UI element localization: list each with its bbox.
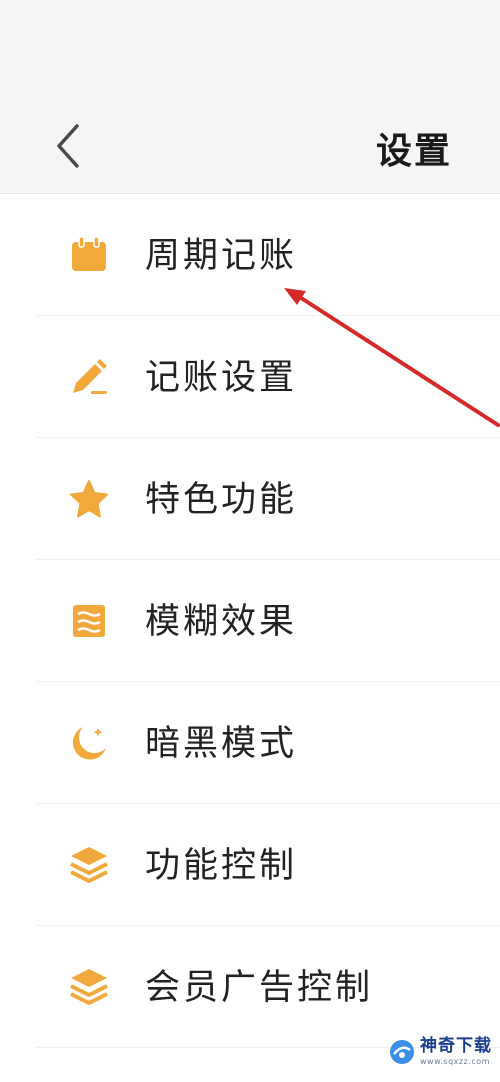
calendar-icon bbox=[67, 233, 111, 277]
settings-list: 周期记账 记账设置 特色功能 模糊效果 暗黑模式 功能控制 会员广告控制 bbox=[0, 194, 500, 1048]
settings-item-bookkeeping-settings[interactable]: 记账设置 bbox=[0, 316, 500, 438]
settings-item-featured-functions[interactable]: 特色功能 bbox=[0, 438, 500, 560]
settings-item-label: 特色功能 bbox=[145, 480, 298, 520]
settings-item-dark-mode[interactable]: 暗黑模式 bbox=[0, 682, 500, 804]
star-icon bbox=[67, 477, 111, 521]
watermark-url: www.sqxzz.com bbox=[420, 1057, 490, 1066]
settings-item-label: 功能控制 bbox=[145, 846, 298, 886]
blur-icon bbox=[67, 599, 111, 643]
page-title: 设置 bbox=[375, 131, 452, 172]
back-button[interactable] bbox=[46, 120, 90, 172]
settings-item-label: 暗黑模式 bbox=[145, 724, 298, 764]
pencil-icon bbox=[67, 355, 111, 399]
watermark: 神奇下载 www.sqxzz.com bbox=[388, 1030, 492, 1074]
settings-item-periodic-bookkeeping[interactable]: 周期记账 bbox=[0, 194, 500, 316]
settings-item-label: 周期记账 bbox=[145, 236, 298, 276]
moon-icon bbox=[67, 721, 111, 765]
layers-icon bbox=[67, 965, 111, 1009]
watermark-logo-icon bbox=[390, 1040, 414, 1064]
watermark-brand: 神奇下载 bbox=[420, 1036, 492, 1056]
settings-item-function-control[interactable]: 功能控制 bbox=[0, 804, 500, 926]
settings-item-label: 记账设置 bbox=[145, 358, 298, 398]
top-bar: 设置 bbox=[0, 0, 500, 194]
settings-item-label: 模糊效果 bbox=[145, 602, 298, 642]
layers-icon bbox=[67, 843, 111, 887]
settings-item-blur-effect[interactable]: 模糊效果 bbox=[0, 560, 500, 682]
chevron-left-icon bbox=[57, 124, 79, 168]
settings-item-label: 会员广告控制 bbox=[145, 968, 374, 1008]
